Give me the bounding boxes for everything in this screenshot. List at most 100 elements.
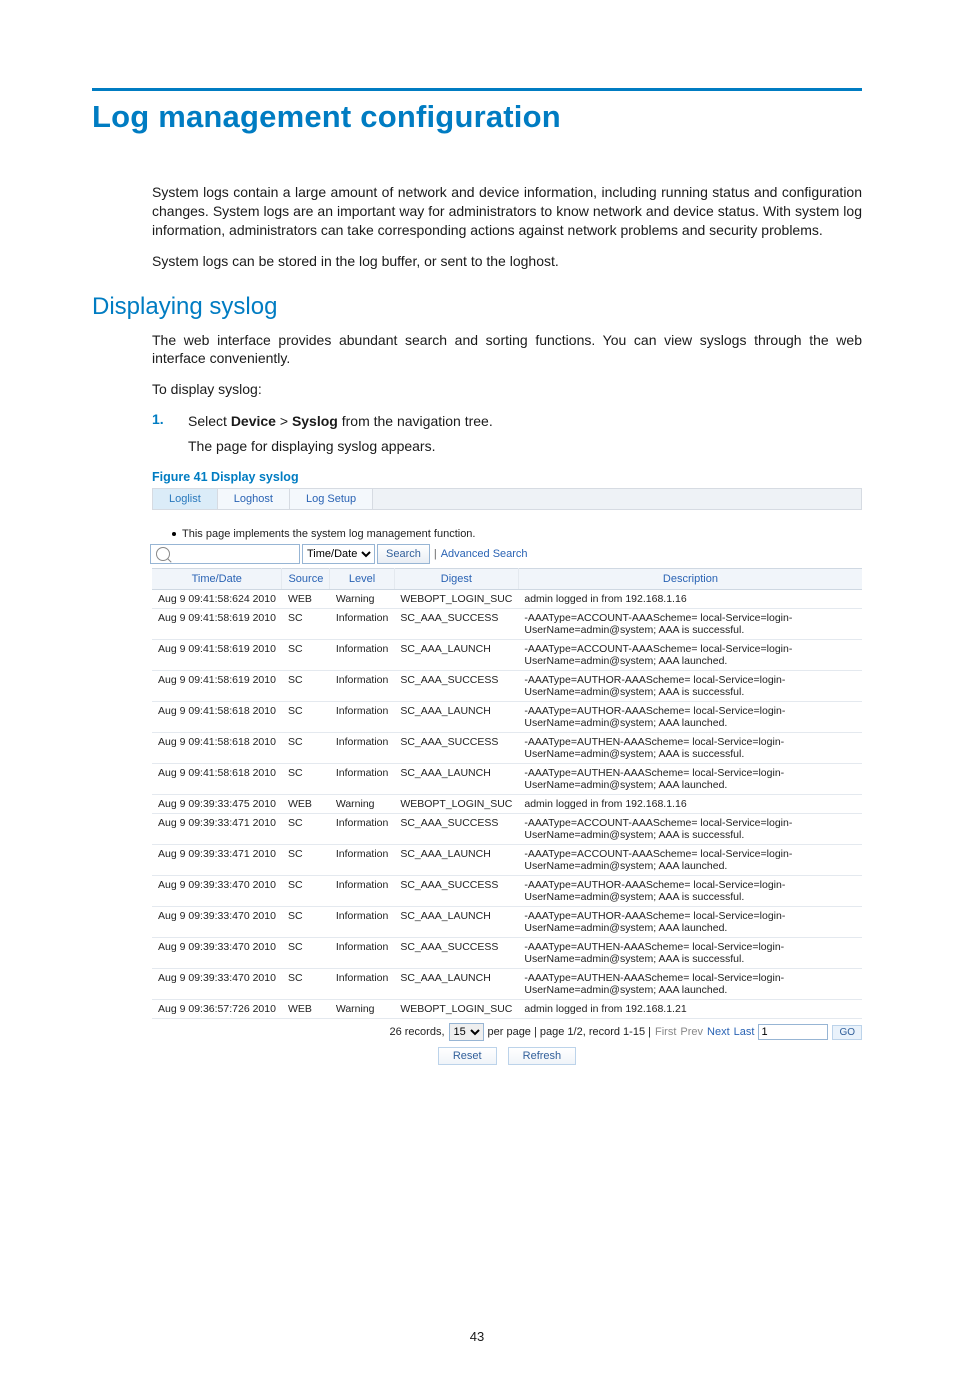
separator: | (434, 548, 437, 560)
cell-description: -AAAType=ACCOUNT-AAAScheme= local-Servic… (518, 814, 862, 845)
cell-source: SC (282, 702, 330, 733)
cell-digest: SC_AAA_LAUNCH (394, 640, 518, 671)
cell-description: -AAAType=AUTHOR-AAAScheme= local-Service… (518, 876, 862, 907)
cell-digest: SC_AAA_SUCCESS (394, 876, 518, 907)
pager-last[interactable]: Last (734, 1026, 755, 1038)
cell-time: Aug 9 09:39:33:475 2010 (152, 795, 282, 814)
col-source[interactable]: Source (282, 569, 330, 590)
cell-source: WEB (282, 1000, 330, 1019)
section-paragraph: The web interface provides abundant sear… (152, 331, 862, 369)
cell-digest: WEBOPT_LOGIN_SUC (394, 1000, 518, 1019)
reset-button[interactable]: Reset (438, 1047, 497, 1065)
pager-prev: Prev (680, 1026, 703, 1038)
section-heading: Displaying syslog (92, 293, 862, 321)
go-button[interactable]: GO (832, 1025, 862, 1040)
cell-source: WEB (282, 590, 330, 609)
cell-source: SC (282, 764, 330, 795)
cell-level: Information (330, 640, 395, 671)
step-bold: Device (231, 413, 276, 429)
page-title: Log management configuration (92, 99, 862, 135)
cell-description: -AAAType=ACCOUNT-AAAScheme= local-Servic… (518, 609, 862, 640)
cell-level: Warning (330, 1000, 395, 1019)
button-row: Reset Refresh (152, 1047, 862, 1065)
cell-digest: SC_AAA_SUCCESS (394, 814, 518, 845)
cell-level: Information (330, 702, 395, 733)
pager-first: First (655, 1026, 676, 1038)
table-row: Aug 9 09:39:33:470 2010SCInformationSC_A… (152, 876, 862, 907)
cell-description: -AAAType=AUTHOR-AAAScheme= local-Service… (518, 702, 862, 733)
cell-description: -AAAType=AUTHEN-AAAScheme= local-Service… (518, 969, 862, 1000)
cell-description: admin logged in from 192.168.1.21 (518, 1000, 862, 1019)
cell-time: Aug 9 09:39:33:470 2010 (152, 907, 282, 938)
table-row: Aug 9 09:41:58:618 2010SCInformationSC_A… (152, 733, 862, 764)
table-row: Aug 9 09:41:58:618 2010SCInformationSC_A… (152, 764, 862, 795)
tab-loglist[interactable]: Loglist (153, 489, 218, 509)
cell-digest: SC_AAA_SUCCESS (394, 938, 518, 969)
cell-time: Aug 9 09:41:58:619 2010 (152, 671, 282, 702)
table-row: Aug 9 09:41:58:624 2010WEBWarningWEBOPT_… (152, 590, 862, 609)
cell-source: SC (282, 671, 330, 702)
cell-source: WEB (282, 795, 330, 814)
section-paragraph: To display syslog: (152, 380, 862, 399)
tab-loghost[interactable]: Loghost (218, 489, 290, 509)
cell-digest: WEBOPT_LOGIN_SUC (394, 795, 518, 814)
cell-level: Information (330, 609, 395, 640)
tab-bar: Loglist Loghost Log Setup (152, 488, 862, 510)
search-criteria-select[interactable]: Time/Date (302, 544, 375, 564)
col-time[interactable]: Time/Date (152, 569, 282, 590)
tab-log-setup[interactable]: Log Setup (290, 489, 373, 509)
refresh-button[interactable]: Refresh (508, 1047, 577, 1065)
cell-time: Aug 9 09:39:33:471 2010 (152, 814, 282, 845)
step-bold: Syslog (292, 413, 338, 429)
cell-level: Information (330, 845, 395, 876)
search-button[interactable]: Search (377, 544, 430, 564)
cell-source: SC (282, 907, 330, 938)
search-input[interactable] (150, 544, 300, 564)
cell-level: Warning (330, 795, 395, 814)
step-gt: > (276, 413, 292, 429)
cell-time: Aug 9 09:41:58:618 2010 (152, 764, 282, 795)
col-level[interactable]: Level (330, 569, 395, 590)
col-description[interactable]: Description (518, 569, 862, 590)
pager: 26 records, 15 per page | page 1/2, reco… (152, 1023, 862, 1041)
cell-source: SC (282, 938, 330, 969)
cell-digest: SC_AAA_SUCCESS (394, 733, 518, 764)
cell-level: Information (330, 671, 395, 702)
table-row: Aug 9 09:39:33:470 2010SCInformationSC_A… (152, 907, 862, 938)
cell-level: Warning (330, 590, 395, 609)
per-page-select[interactable]: 15 (449, 1023, 484, 1041)
cell-time: Aug 9 09:41:58:624 2010 (152, 590, 282, 609)
cell-level: Information (330, 814, 395, 845)
step-text: Select Device > Syslog from the navigati… (188, 411, 493, 432)
cell-level: Information (330, 876, 395, 907)
body-block: System logs contain a large amount of ne… (152, 183, 862, 1065)
cell-source: SC (282, 814, 330, 845)
advanced-search-link[interactable]: Advanced Search (441, 548, 528, 560)
embedded-ui: Loglist Loghost Log Setup This page impl… (152, 488, 862, 1065)
col-digest[interactable]: Digest (394, 569, 518, 590)
cell-description: -AAAType=AUTHEN-AAAScheme= local-Service… (518, 938, 862, 969)
cell-level: Information (330, 969, 395, 1000)
table-row: Aug 9 09:39:33:471 2010SCInformationSC_A… (152, 845, 862, 876)
page-number-input[interactable] (758, 1024, 828, 1040)
pager-next[interactable]: Next (707, 1026, 730, 1038)
cell-digest: SC_AAA_LAUNCH (394, 969, 518, 1000)
table-row: Aug 9 09:41:58:619 2010SCInformationSC_A… (152, 609, 862, 640)
cell-time: Aug 9 09:41:58:619 2010 (152, 640, 282, 671)
cell-digest: SC_AAA_SUCCESS (394, 671, 518, 702)
cell-source: SC (282, 969, 330, 1000)
search-row: Time/Date Search | Advanced Search (152, 544, 862, 564)
log-table: Time/Date Source Level Digest Descriptio… (152, 568, 862, 1019)
tab-filler (373, 489, 861, 509)
cell-level: Information (330, 764, 395, 795)
table-row: Aug 9 09:39:33:470 2010SCInformationSC_A… (152, 938, 862, 969)
cell-digest: SC_AAA_SUCCESS (394, 609, 518, 640)
page-number: 43 (0, 1329, 954, 1344)
step-suffix: from the navigation tree. (338, 413, 493, 429)
cell-description: admin logged in from 192.168.1.16 (518, 795, 862, 814)
cell-digest: SC_AAA_LAUNCH (394, 702, 518, 733)
cell-source: SC (282, 609, 330, 640)
table-row: Aug 9 09:41:58:618 2010SCInformationSC_A… (152, 702, 862, 733)
cell-description: -AAAType=AUTHEN-AAAScheme= local-Service… (518, 764, 862, 795)
cell-time: Aug 9 09:39:33:470 2010 (152, 969, 282, 1000)
